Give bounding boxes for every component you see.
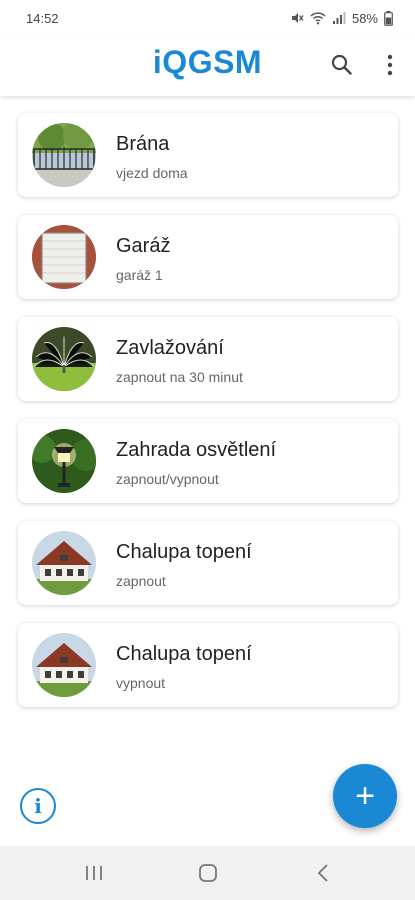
wifi-icon (310, 12, 326, 25)
device-card-chalupa-topeni-vypnout[interactable]: Chalupa topení vypnout (18, 623, 398, 707)
back-icon (317, 864, 328, 882)
cottage-image (32, 531, 96, 595)
device-card-chalupa-topeni-zapnout[interactable]: Chalupa topení zapnout (18, 521, 398, 605)
search-button[interactable] (329, 52, 355, 78)
device-card-brana[interactable]: Brána vjezd doma (18, 113, 398, 197)
device-title: Zavlažování (116, 337, 224, 359)
status-bar: 14:52 58% (0, 0, 415, 36)
add-device-button[interactable]: + (333, 764, 397, 828)
search-icon (331, 54, 352, 75)
device-title: Brána (116, 133, 170, 155)
device-subtitle: zapnout na 30 minut (116, 369, 243, 385)
device-title: Garáž (116, 235, 171, 257)
mute-icon (291, 13, 304, 23)
home-button[interactable] (194, 860, 222, 886)
cottage-image (32, 633, 96, 697)
recent-apps-icon (86, 866, 102, 880)
app-bar: iQGSM (0, 36, 415, 96)
device-card-zahrada-osvetleni[interactable]: Zahrada osvětlení zapnout/vypnout (18, 419, 398, 503)
device-subtitle: vjezd doma (116, 165, 188, 181)
device-card-garaz[interactable]: Garáž garáž 1 (18, 215, 398, 299)
device-subtitle: zapnout/vypnout (116, 471, 219, 487)
info-button[interactable]: i (20, 788, 56, 824)
garden-lamp-image (32, 429, 96, 493)
plus-icon: + (355, 777, 375, 815)
device-card-zavlazovani[interactable]: Zavlažování zapnout na 30 minut (18, 317, 398, 401)
device-subtitle: zapnout (116, 573, 166, 589)
device-list: Brána vjezd doma Garáž garáž 1 Zavlažová… (18, 113, 398, 725)
gate-image (32, 123, 96, 187)
home-icon (199, 864, 217, 882)
device-subtitle: vypnout (116, 675, 166, 691)
battery-percentage: 58% (351, 10, 378, 26)
battery-icon (384, 10, 393, 26)
info-icon: i (34, 794, 42, 818)
status-icons: 58% (290, 10, 393, 26)
sprinkler-image (32, 327, 96, 391)
garage-door-image (32, 225, 96, 289)
signal-icon (332, 12, 346, 24)
device-title: Zahrada osvětlení (116, 439, 277, 461)
status-time: 14:52 (26, 10, 59, 26)
device-title: Chalupa topení (116, 643, 252, 665)
overflow-menu-button[interactable] (378, 52, 402, 78)
more-vert-icon (387, 54, 393, 76)
back-button[interactable] (310, 860, 338, 886)
device-title: Chalupa topení (116, 541, 252, 563)
recent-apps-button[interactable] (80, 860, 108, 886)
system-nav-bar (0, 846, 415, 900)
device-subtitle: garáž 1 (116, 267, 163, 283)
